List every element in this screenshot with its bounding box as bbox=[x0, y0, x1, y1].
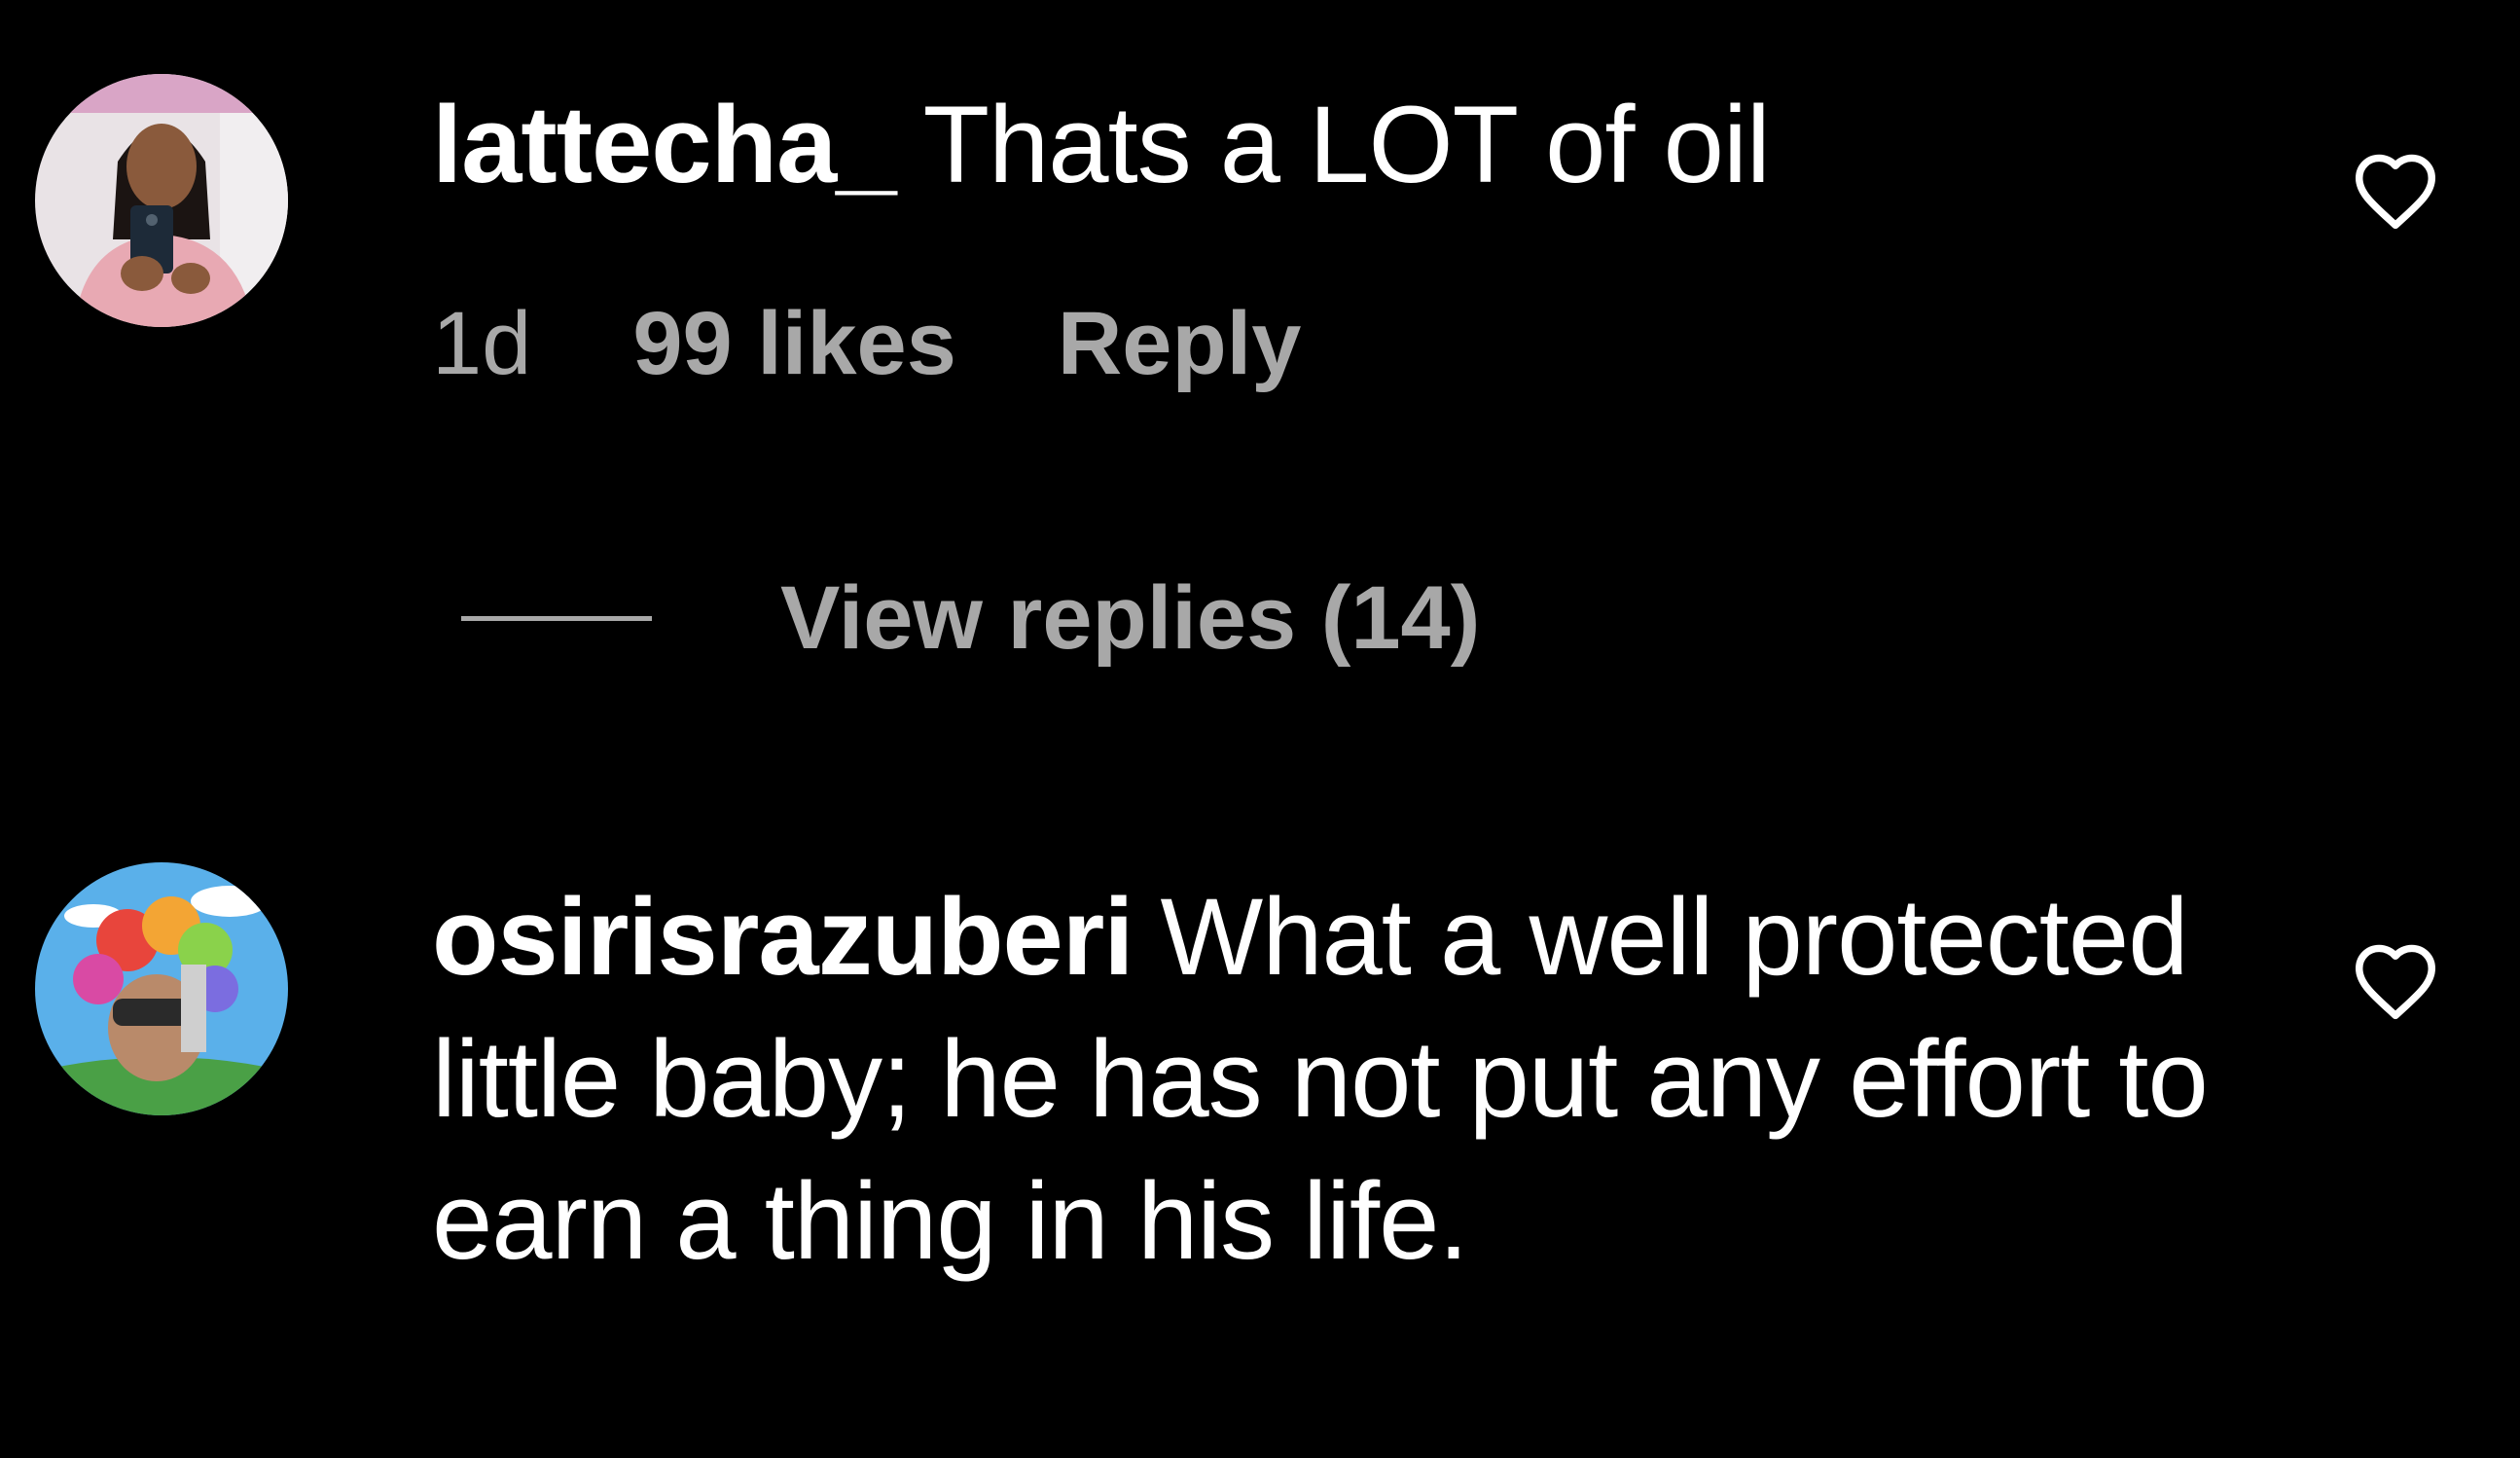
profile-photo-icon bbox=[35, 862, 288, 1115]
view-replies-label: View replies (14) bbox=[780, 567, 1481, 668]
comment-meta: 1d 99 likes Reply bbox=[432, 290, 1301, 397]
comment-time: 1d bbox=[432, 294, 532, 393]
comment-username[interactable]: lattecha_ bbox=[432, 84, 897, 205]
like-button[interactable] bbox=[2347, 932, 2444, 1030]
comment-body: osirisrazuberi What a well protected litt… bbox=[432, 866, 2242, 1293]
likes-count[interactable]: 99 likes bbox=[632, 290, 956, 397]
avatar[interactable] bbox=[35, 74, 288, 327]
like-button[interactable] bbox=[2347, 142, 2444, 239]
heart-outline-icon bbox=[2356, 154, 2435, 230]
profile-photo-icon bbox=[35, 74, 288, 327]
comment-text: Thats a LOT of oil bbox=[922, 84, 1771, 205]
comment-body: lattecha_ Thats a LOT of oil bbox=[432, 74, 2242, 216]
replies-divider bbox=[461, 615, 652, 621]
comment-username[interactable]: osirisrazuberi bbox=[432, 876, 1134, 998]
view-replies-button[interactable]: View replies (14) bbox=[461, 565, 1480, 672]
reply-button[interactable]: Reply bbox=[1058, 290, 1302, 397]
avatar[interactable] bbox=[35, 862, 288, 1115]
heart-outline-icon bbox=[2356, 944, 2435, 1020]
